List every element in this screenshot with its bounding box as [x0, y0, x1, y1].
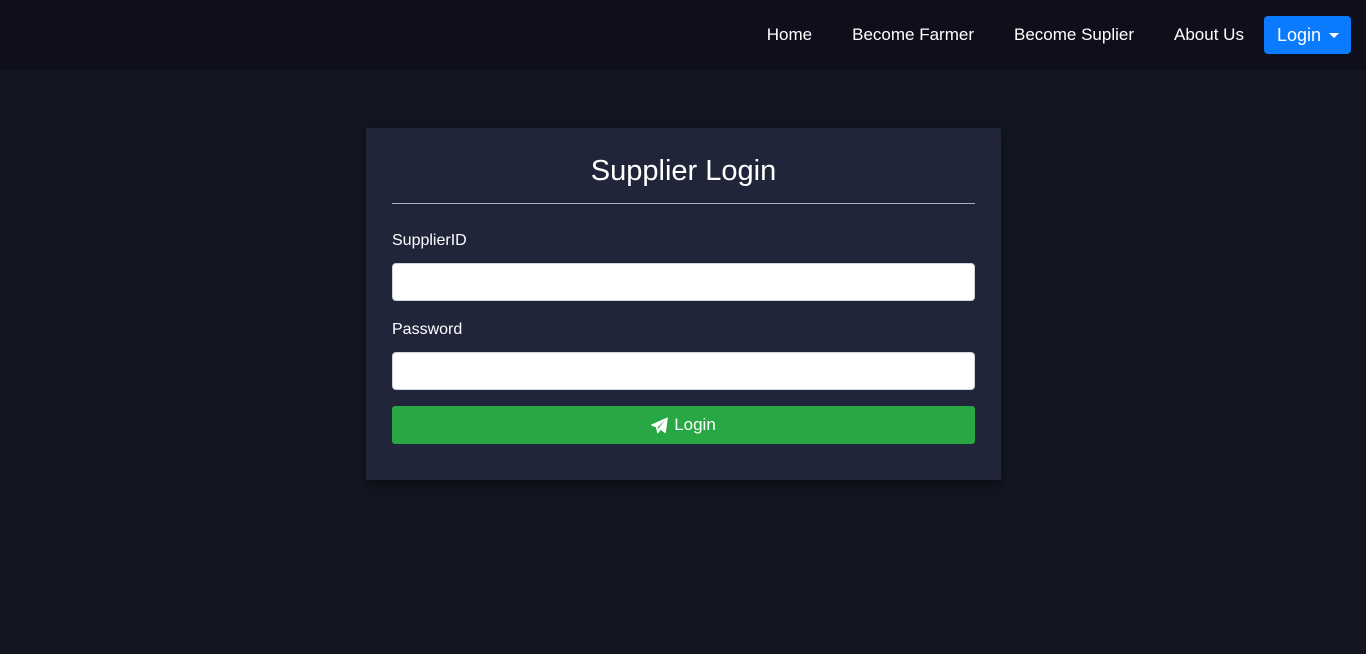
- nav-link-home[interactable]: Home: [747, 25, 832, 45]
- login-submit-label: Login: [674, 415, 716, 434]
- login-dropdown-button[interactable]: Login: [1263, 16, 1351, 54]
- card-title: Supplier Login: [590, 155, 777, 187]
- top-navbar: Home Become Farmer Become Suplier About …: [0, 0, 1366, 70]
- nav-link-become-farmer[interactable]: Become Farmer: [832, 25, 994, 45]
- password-input[interactable]: [392, 352, 975, 390]
- paper-plane-icon: [651, 416, 669, 434]
- password-label: Password: [392, 321, 463, 338]
- title-divider: [392, 203, 975, 204]
- nav-links: Home Become Farmer Become Suplier About …: [747, 16, 1351, 54]
- supplier-id-label: SupplierID: [392, 232, 467, 249]
- nav-link-become-supplier[interactable]: Become Suplier: [994, 25, 1154, 45]
- caret-down-icon: [1329, 33, 1339, 38]
- nav-link-about-us[interactable]: About Us: [1154, 25, 1264, 45]
- supplier-id-input[interactable]: [392, 263, 975, 301]
- supplier-login-card: Supplier Login SupplierID Password Login: [366, 128, 1001, 480]
- login-dropdown-label: Login: [1276, 24, 1321, 45]
- login-submit-button[interactable]: Login: [392, 406, 975, 444]
